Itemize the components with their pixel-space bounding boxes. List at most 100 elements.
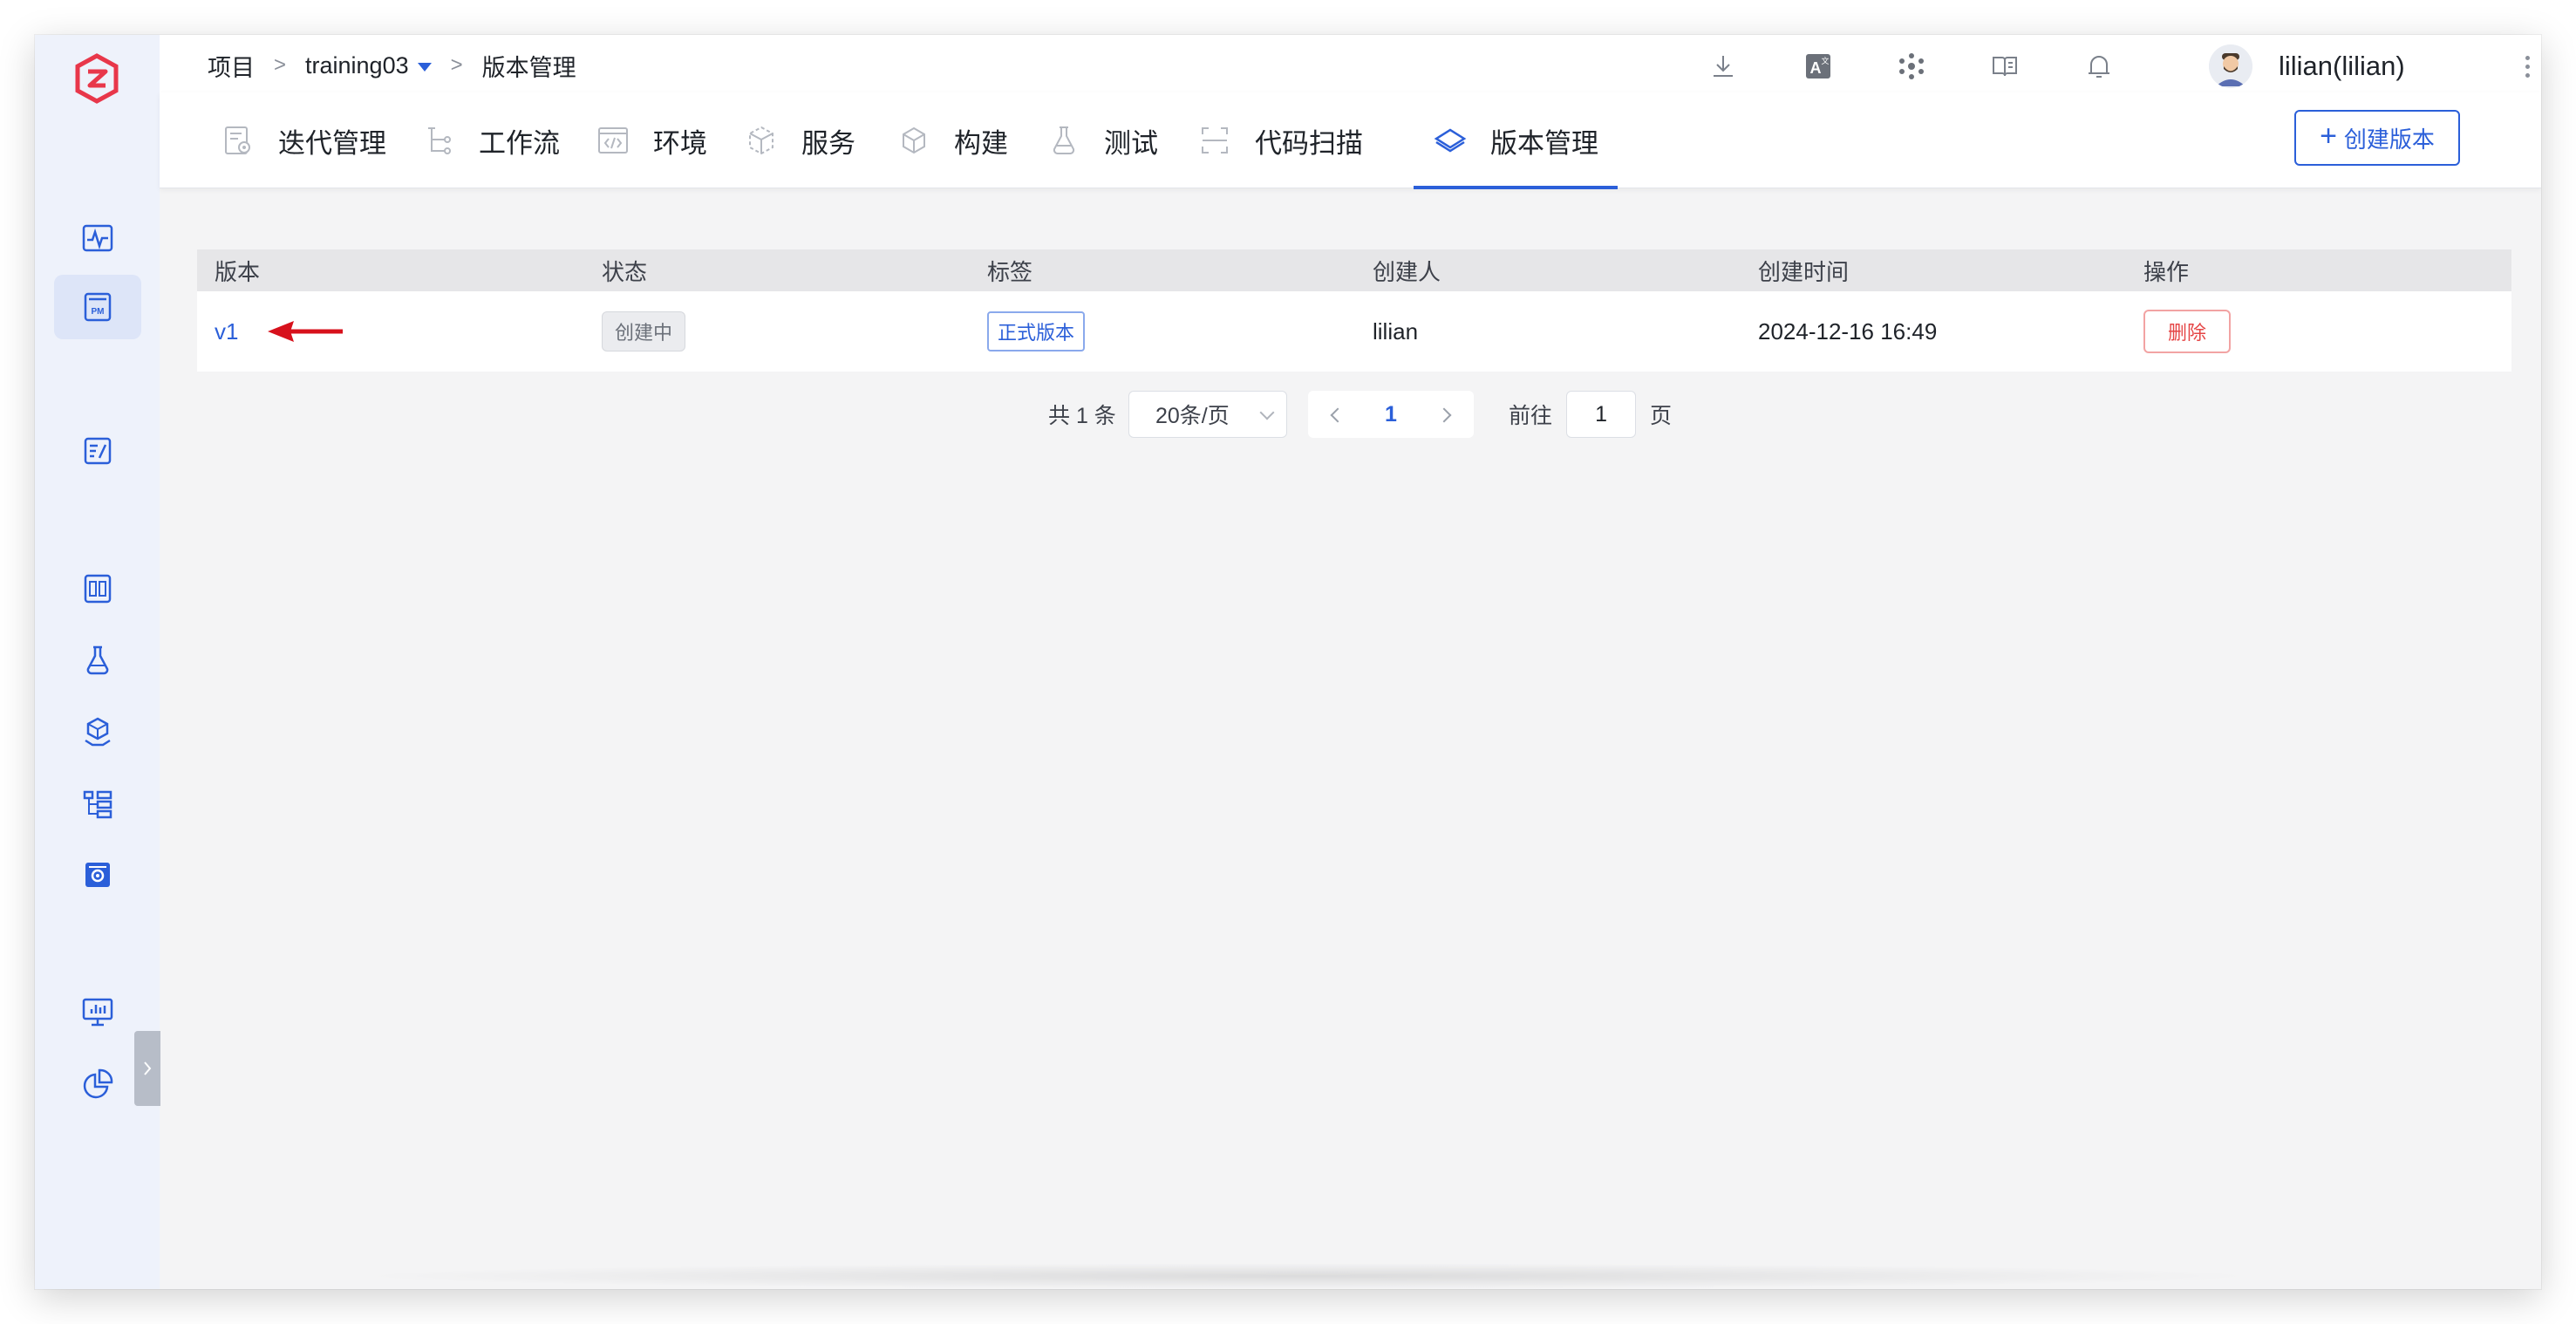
actions-cell: 删除 [2143,291,2231,372]
create-version-button[interactable]: + 创建版本 [2294,110,2460,166]
red-arrow-annotation-icon [268,321,344,342]
version-cell: v1 [215,291,344,372]
more-menu-icon[interactable] [2514,49,2540,84]
dashboard-icon [84,574,112,604]
plus-icon: + [2320,119,2337,153]
workflow-icon [428,127,451,154]
svg-text:A: A [1810,59,1822,77]
pulse-chart-icon [82,224,113,252]
version-link[interactable]: v1 [215,318,238,345]
sidebar-item-settings[interactable] [54,843,141,907]
sidebar-item-artifact[interactable] [54,700,141,764]
page-number-current[interactable]: 1 [1385,402,1397,427]
chevron-down-icon [1259,405,1275,420]
project-pm-icon: PM [84,292,112,322]
tab-code-scan[interactable]: 代码扫描 [1197,92,1363,188]
package-hand-icon [85,717,111,747]
pager: 1 [1308,391,1474,438]
project-selector[interactable]: training03 [305,52,432,79]
page-size-value: 20条/页 [1155,404,1230,428]
notification-bell-icon[interactable] [2080,45,2118,87]
create-version-label: 创建版本 [2343,126,2435,153]
goto-page-input[interactable] [1566,391,1637,438]
tab-service[interactable]: 服务 [744,92,855,188]
service-icon [749,126,773,155]
table-header: 版本 状态 标签 创建人 创建时间 操作 [197,249,2511,291]
build-icon [903,126,925,154]
header-actions: 操作 [2143,258,2190,285]
version-table: 版本 状态 标签 创建人 创建时间 操作 v1 创建中 正式版本 lilian … [197,249,2511,372]
brand-logo-icon[interactable] [72,52,121,105]
created-at-cell: 2024-12-16 16:49 [1758,317,1938,345]
header-tag: 标签 [987,258,1033,285]
user-menu[interactable]: lilian(lilian) [2209,44,2405,89]
goto-page: 前往 页 [1509,391,1672,438]
pagination: 共 1 条 20条/页 1 前往 页 [35,391,2541,438]
pie-chart-icon [83,1068,113,1099]
status-badge: 创建中 [602,311,686,351]
language-icon[interactable]: A文 [1799,45,1837,87]
header-created-at: 创建时间 [1758,258,1850,285]
sidebar: PM [35,35,160,1289]
breadcrumb-root[interactable]: 项目 [208,49,255,83]
download-icon[interactable] [1704,45,1742,87]
breadcrumb-separator: > [450,53,463,77]
page-size-select[interactable]: 20条/页 [1128,391,1287,438]
test-flask-icon [1053,126,1075,154]
header-version: 版本 [215,258,261,285]
sidebar-item-dashboard[interactable] [54,556,141,621]
delete-button[interactable]: 删除 [2143,310,2231,353]
settings-store-icon [85,863,110,887]
edit-document-icon [84,437,112,465]
breadcrumb-separator: > [274,53,287,77]
tab-label: 版本管理 [1490,127,1598,159]
flask-icon [86,645,109,675]
tab-label: 服务 [801,127,855,159]
sidebar-expand-toggle[interactable] [134,1031,160,1106]
version-icon [1434,128,1467,153]
tab-label: 环境 [653,127,707,159]
caret-down-icon [417,63,432,72]
sidebar-item-resources[interactable] [54,771,141,836]
tab-label: 工作流 [479,127,560,159]
integration-icon[interactable] [1892,45,1931,87]
tab-version[interactable]: 版本管理 [1414,92,1618,189]
code-scan-icon [1202,127,1228,154]
tab-workflow[interactable]: 工作流 [421,92,560,188]
tab-label: 代码扫描 [1255,127,1363,159]
status-cell: 创建中 [602,291,686,372]
iteration-icon [225,126,250,154]
environment-icon [598,127,628,154]
header-creator: 创建人 [1373,258,1441,285]
hierarchy-icon [83,790,112,819]
tab-test[interactable]: 测试 [1046,92,1158,188]
sidebar-item-stats[interactable] [54,979,141,1044]
project-name: training03 [305,51,409,78]
breadcrumb-current: 版本管理 [481,54,576,81]
book-icon[interactable] [1986,45,2024,87]
tab-environment[interactable]: 环境 [596,92,707,188]
creator-cell: lilian [1373,317,1419,345]
bottom-shadow [349,1263,2267,1289]
tag-cell: 正式版本 [987,291,1086,372]
avatar [2209,44,2252,88]
sidebar-item-insight[interactable] [54,1052,141,1116]
svg-text:文: 文 [1821,56,1829,65]
tab-label: 构建 [954,127,1008,159]
table-row: v1 创建中 正式版本 lilian 2024-12-16 16:49 删除 [197,291,2511,372]
svg-text:PM: PM [92,307,105,317]
sidebar-item-project[interactable]: PM [54,275,141,339]
next-page-icon[interactable] [1437,405,1456,424]
tab-iteration[interactable]: 迭代管理 [221,92,386,188]
header-status: 状态 [602,258,648,285]
tab-label: 迭代管理 [278,127,386,159]
sidebar-item-test[interactable] [54,628,141,693]
sidebar-item-monitor[interactable] [54,206,141,270]
tab-build[interactable]: 构建 [896,92,1008,188]
goto-label: 前往 [1509,404,1553,428]
prev-page-icon[interactable] [1325,405,1345,424]
username: lilian(lilian) [2279,51,2405,81]
monitor-chart-icon [82,998,113,1027]
app-window: PM 项目 > training03 > 版本管理 A 文 lilian(lil… [35,35,2541,1289]
pagination-total: 共 1 条 [1048,404,1116,428]
